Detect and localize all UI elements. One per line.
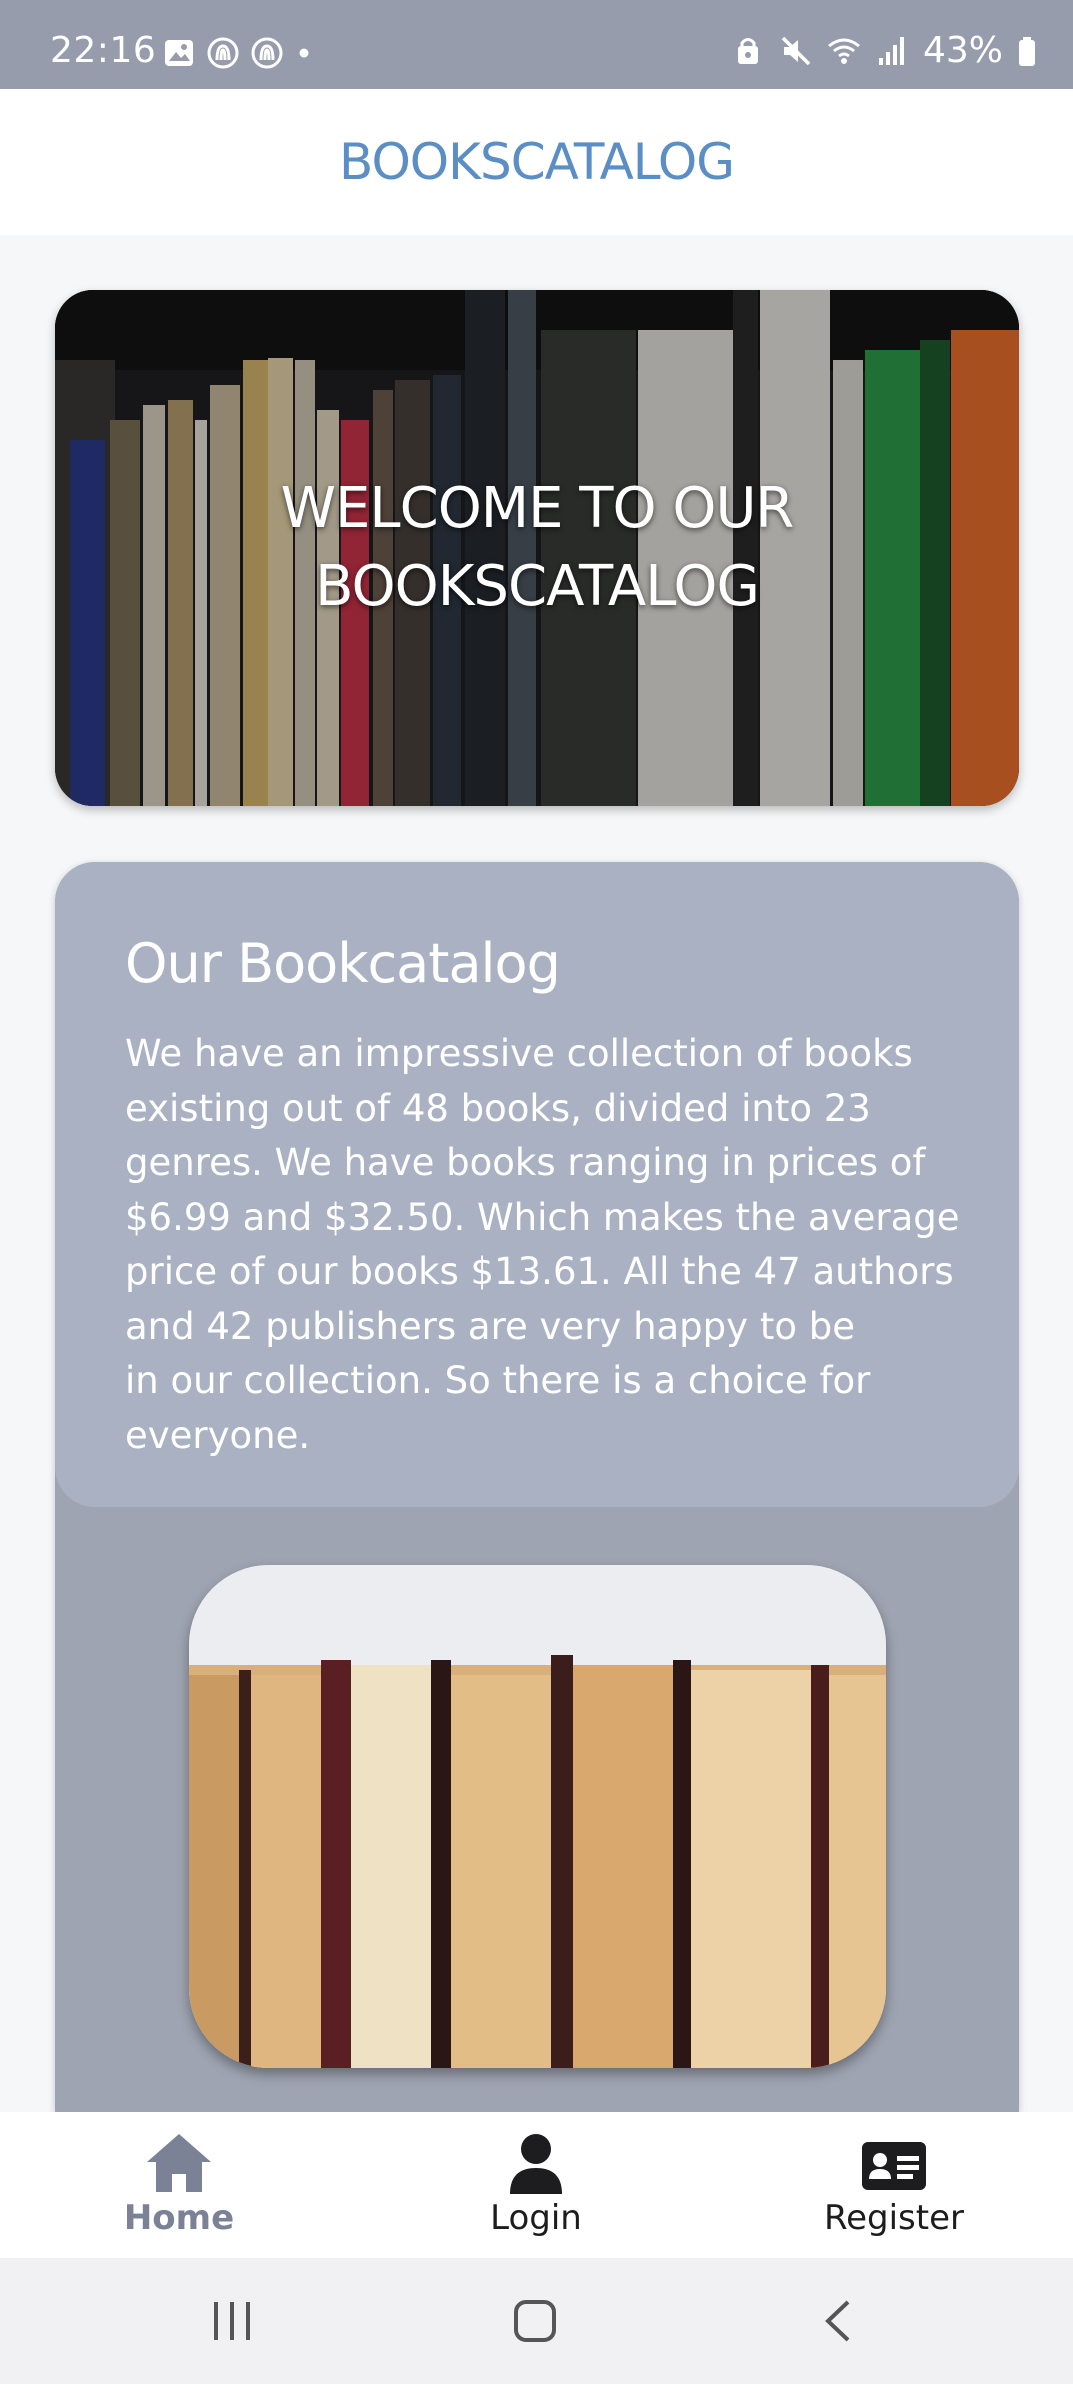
nav-home[interactable]: Home <box>0 2112 358 2258</box>
info-card: Our Bookcatalog We have an impressive co… <box>55 862 1019 2112</box>
nav-home-label: Home <box>123 2198 235 2238</box>
nav-register-label: Register <box>824 2198 964 2238</box>
books-stack-image <box>189 1565 886 2068</box>
app-header: BOOKSCATALOG <box>0 89 1073 235</box>
nfc-icon <box>207 37 239 69</box>
image-icon <box>165 40 193 66</box>
status-bar: 22:16 43% <box>0 0 1073 89</box>
back-icon[interactable] <box>816 2298 862 2344</box>
mute-icon <box>781 36 811 65</box>
info-text-panel: Our Bookcatalog We have an impressive co… <box>55 862 1019 1507</box>
info-body: We have an impressive collection of book… <box>125 1032 960 1457</box>
nav-login[interactable]: Login <box>357 2112 715 2258</box>
signal-icon <box>878 36 904 65</box>
home-button-icon[interactable] <box>512 2298 558 2344</box>
lock-icon <box>737 37 758 64</box>
bottom-nav: Home Login Register <box>0 2112 1073 2258</box>
battery-percent: 43% <box>922 30 1003 71</box>
app-title: BOOKSCATALOG <box>339 133 735 191</box>
hero-title-text: WELCOME TO OUR BOOKSCATALOG <box>280 476 795 619</box>
nav-login-label: Login <box>490 2198 582 2238</box>
status-icons-left <box>162 36 314 70</box>
battery-icon <box>1019 36 1035 66</box>
dot-icon <box>299 48 309 58</box>
person-icon <box>510 2134 562 2194</box>
nav-register[interactable]: Register <box>715 2112 1073 2258</box>
hero-banner: WELCOME TO OUR BOOKSCATALOG <box>55 290 1019 806</box>
home-icon <box>147 2134 211 2192</box>
info-heading: Our Bookcatalog <box>125 932 561 995</box>
system-nav-bar <box>0 2258 1073 2384</box>
hero-title: WELCOME TO OUR BOOKSCATALOG <box>55 290 1019 806</box>
nfc-icon <box>251 37 283 69</box>
status-icons-right: 43% <box>731 30 1037 71</box>
wifi-icon <box>828 38 860 64</box>
recent-apps-icon[interactable] <box>210 2298 256 2344</box>
id-card-icon <box>862 2142 926 2190</box>
status-time: 22:16 <box>50 30 157 71</box>
